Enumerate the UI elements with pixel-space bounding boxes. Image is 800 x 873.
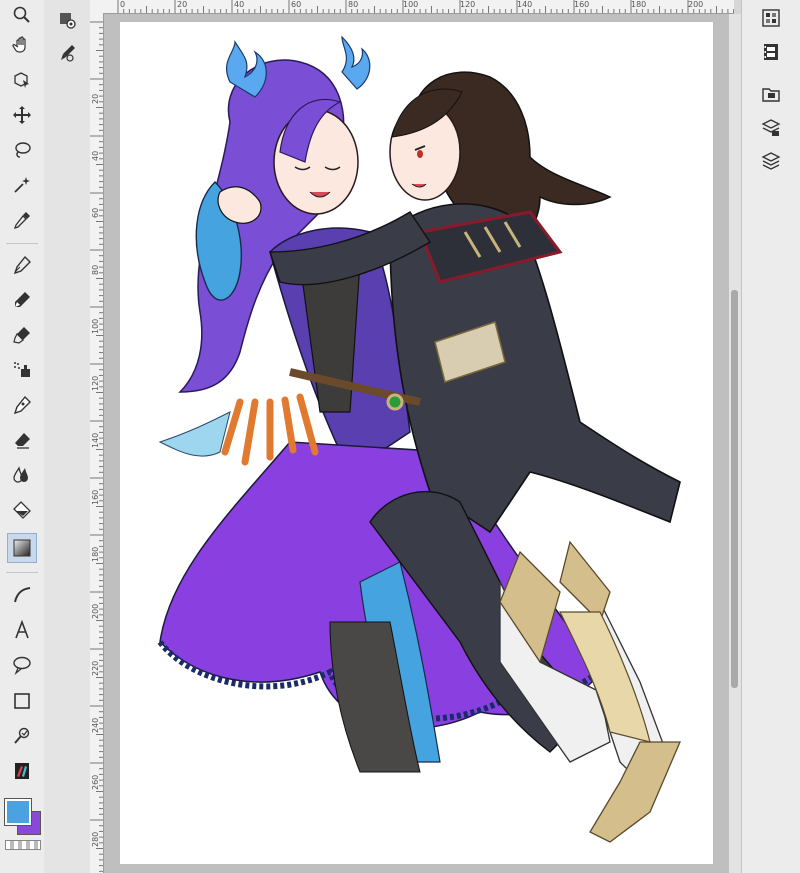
lasso-icon [15, 142, 31, 158]
blend-icon [13, 466, 28, 483]
correct-line-tool[interactable] [7, 721, 37, 751]
text-icon [15, 620, 29, 639]
ruler-label: 80 [348, 0, 359, 9]
ruler-label: 120 [460, 0, 476, 9]
balloon-icon [13, 656, 31, 675]
move-icon [13, 106, 31, 124]
object-select-icon [14, 72, 29, 88]
gradient-tool[interactable] [7, 533, 37, 563]
ruler-label: 100 [91, 318, 100, 334]
ruler-label: 180 [91, 546, 100, 562]
hand-icon [12, 36, 26, 53]
palette-tool[interactable] [7, 756, 37, 786]
object-select-tool[interactable] [7, 65, 37, 95]
pencil-tool[interactable] [7, 285, 37, 315]
text-tool[interactable] [7, 615, 37, 645]
brush-icon [13, 327, 30, 344]
ruler-label: 200 [688, 0, 704, 9]
ruler-label: 120 [91, 375, 100, 391]
decoration-icon [13, 395, 31, 415]
correct-line-icon [14, 727, 30, 744]
vertical-scrollbar[interactable] [729, 14, 741, 873]
pen-icon [13, 255, 31, 275]
brush-tool[interactable] [7, 320, 37, 350]
airbrush-icon [14, 362, 30, 377]
navigator-panel-button[interactable] [756, 3, 786, 33]
ruler-label: 220 [91, 660, 100, 676]
eraser-tool[interactable] [7, 425, 37, 455]
sub-tool-panel [44, 0, 91, 873]
zoom-icon [13, 6, 30, 23]
canvas-paper[interactable] [120, 22, 713, 864]
ruler-label: 40 [234, 0, 245, 9]
folder-icon [762, 88, 780, 102]
ruler-label: 20 [91, 93, 100, 104]
blend-tool[interactable] [7, 460, 37, 490]
ruler-label: 160 [91, 489, 100, 505]
fill-icon [13, 501, 31, 519]
move-tool[interactable] [7, 100, 37, 130]
fill-tool[interactable] [7, 495, 37, 525]
ruler-label: 100 [403, 0, 419, 9]
panel-bar [741, 0, 800, 873]
animation-panel-button[interactable] [756, 37, 786, 67]
hand-tool[interactable] [7, 30, 37, 60]
ruler-label: 160 [574, 0, 590, 9]
zoom-tool[interactable] [7, 0, 37, 30]
tool-settings-icon [60, 13, 76, 29]
layers-icon [761, 152, 781, 170]
ruler-label: 40 [91, 150, 100, 161]
horizontal-ruler: 0 20 40 60 80 100 120 140 160 180 200 [90, 0, 734, 14]
ruler-label: 60 [91, 207, 100, 218]
artwork-illustration[interactable] [120, 22, 713, 864]
frame-icon [14, 693, 30, 709]
eyedropper-tool[interactable] [7, 205, 37, 235]
figure-tool[interactable] [7, 580, 37, 610]
main-color-swatch[interactable] [4, 798, 32, 826]
palette-icon [15, 763, 29, 779]
balloon-tool[interactable] [7, 650, 37, 680]
ruler-label: 240 [91, 717, 100, 733]
gradient-icon [13, 539, 31, 557]
ruler-label: 20 [177, 0, 188, 9]
film-icon [764, 44, 778, 60]
ruler-label: 280 [91, 831, 100, 847]
vertical-ruler: 20 40 60 80 100 120 140 160 180 200 220 … [90, 13, 104, 873]
ruler-label: 260 [91, 774, 100, 790]
frame-tool[interactable] [7, 686, 37, 716]
eyedropper-icon [13, 212, 30, 230]
figure-icon [14, 587, 31, 603]
brush-size-icon [61, 45, 75, 62]
decoration-tool[interactable] [7, 390, 37, 420]
lasso-tool[interactable] [7, 135, 37, 165]
navigator-icon [762, 9, 780, 27]
layer-property-panel-button[interactable] [756, 113, 786, 143]
pencil-icon [15, 292, 30, 307]
eraser-icon [15, 433, 30, 449]
ruler-label: 140 [517, 0, 533, 9]
material-panel-button[interactable] [756, 79, 786, 109]
layer-property-icon [761, 119, 781, 136]
ruler-label: 140 [91, 432, 100, 448]
ruler-label: 80 [91, 264, 100, 275]
ruler-label: 0 [120, 0, 126, 9]
ruler-label: 200 [91, 603, 100, 619]
ruler-label: 60 [291, 0, 302, 9]
pen-tool[interactable] [7, 250, 37, 280]
scrollbar-thumb[interactable] [731, 290, 738, 688]
ruler-label: 180 [631, 0, 647, 9]
layer-panel-button[interactable] [756, 146, 786, 176]
airbrush-tool[interactable] [7, 355, 37, 385]
transparent-color-swatch[interactable] [5, 840, 41, 850]
tool-settings-button[interactable] [52, 5, 82, 35]
tool-bar [0, 0, 45, 873]
magic-wand-icon [14, 177, 30, 193]
canvas-area[interactable] [104, 14, 729, 873]
brush-size-button[interactable] [52, 38, 82, 68]
magic-wand-tool[interactable] [7, 170, 37, 200]
